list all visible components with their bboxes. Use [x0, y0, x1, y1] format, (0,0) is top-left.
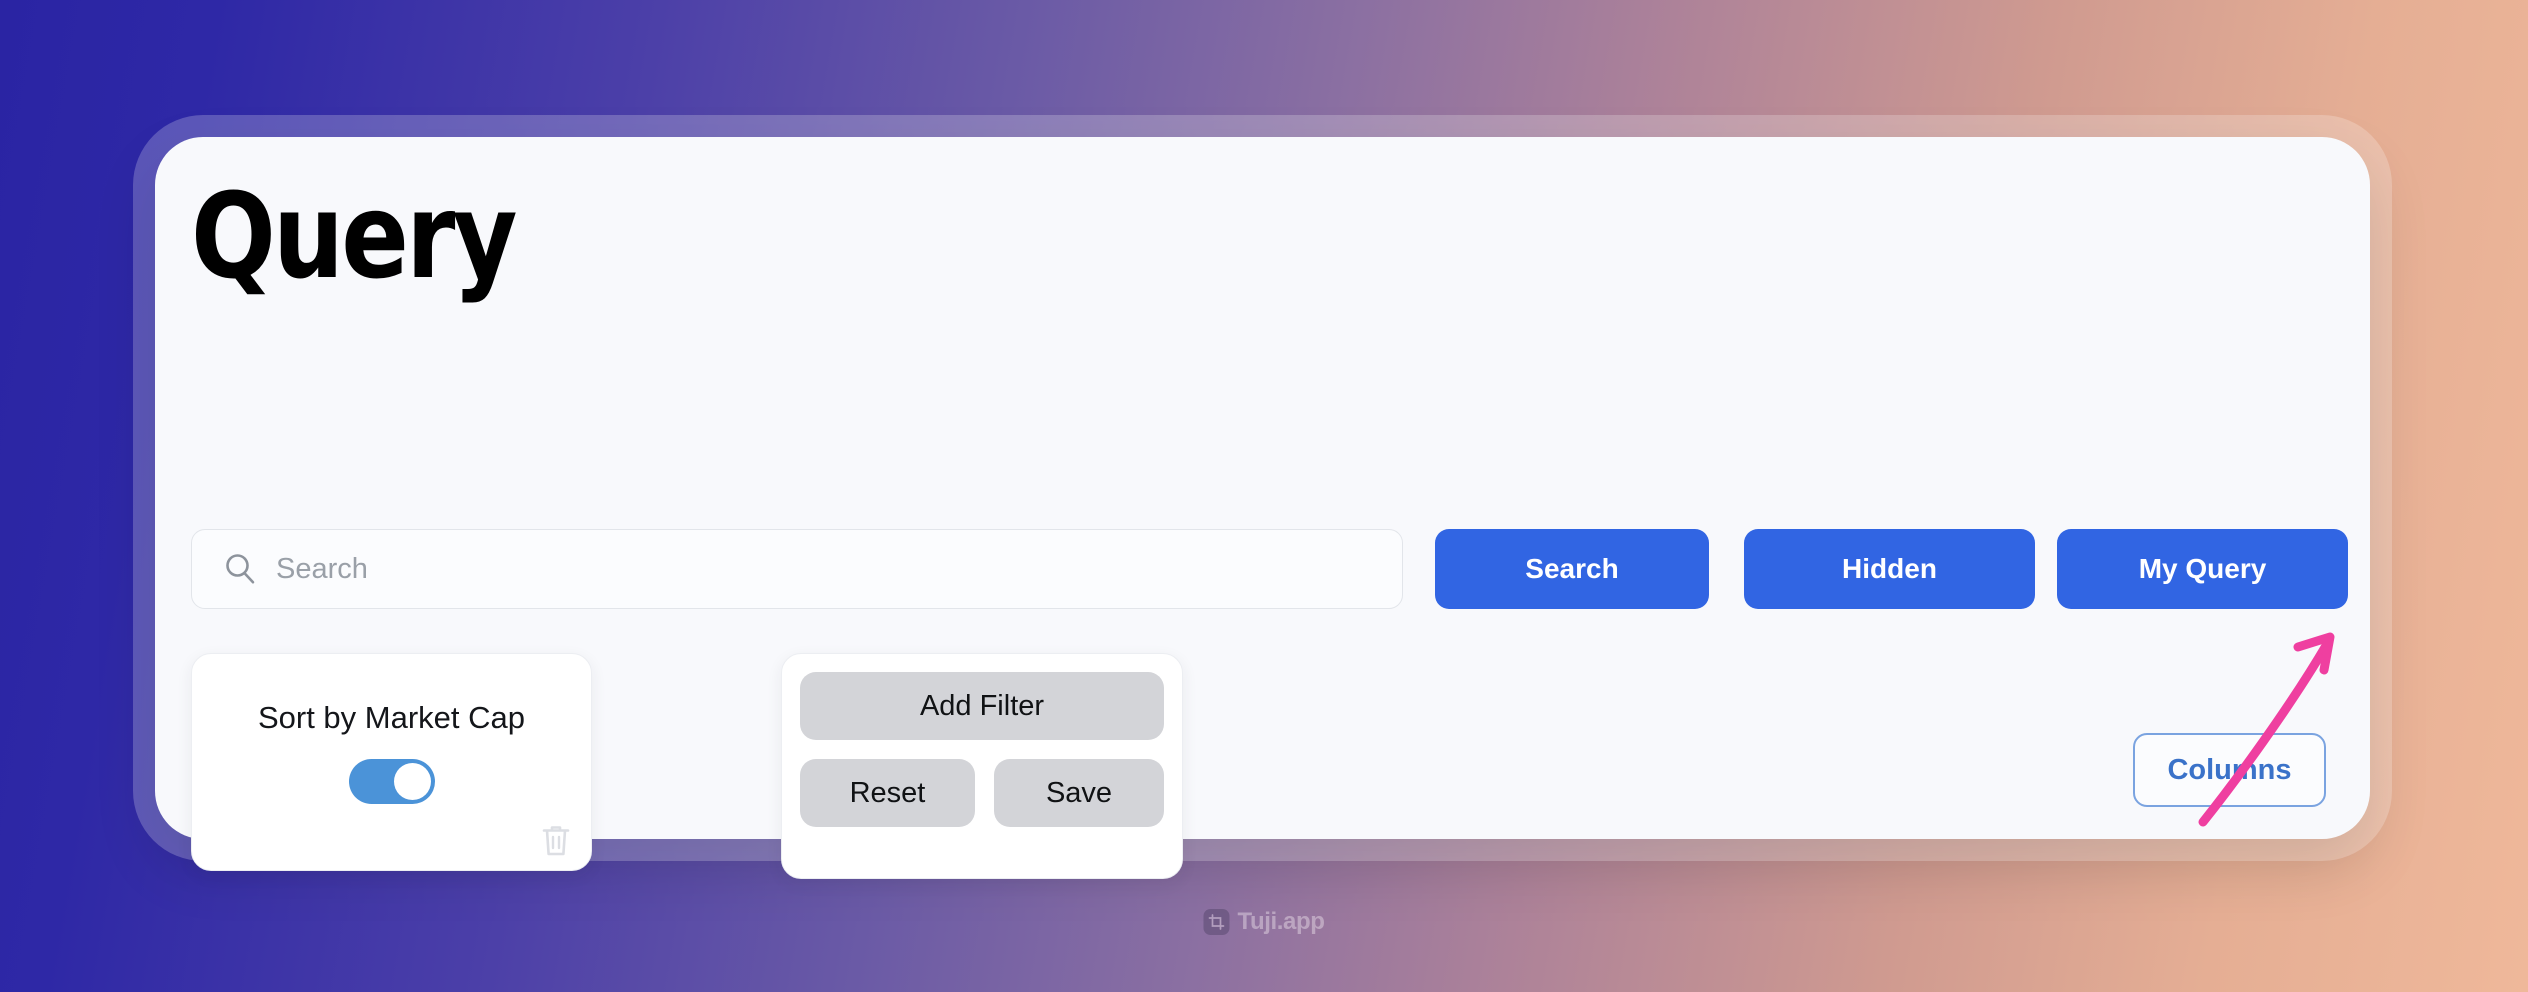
query-panel-card: Query Search Hidden My Query Sort by Mar… [155, 137, 2370, 879]
search-button[interactable]: Search [1435, 529, 1709, 609]
hidden-button[interactable]: Hidden [1744, 529, 2035, 609]
crop-icon [1203, 909, 1230, 935]
trash-icon[interactable] [539, 820, 573, 858]
reset-button[interactable]: Reset [800, 759, 975, 827]
sort-rule-card: Sort by Market Cap [191, 653, 592, 871]
sort-toggle-knob [393, 763, 431, 800]
my-query-button[interactable]: My Query [2057, 529, 2348, 609]
save-button[interactable]: Save [993, 759, 1164, 827]
watermark: Tuji.app [1203, 908, 1325, 936]
columns-button[interactable]: Columns [2133, 733, 2326, 807]
add-filter-button[interactable]: Add Filter [800, 672, 1164, 740]
search-toolbar: Search Hidden My Query [191, 529, 2348, 609]
search-icon [222, 551, 258, 587]
page-title: Query [191, 167, 518, 305]
filter-action-row: Reset Save [800, 759, 1164, 827]
sort-toggle[interactable] [348, 759, 435, 804]
sort-rule-label: Sort by Market Cap [257, 700, 526, 735]
search-input[interactable] [276, 552, 1276, 586]
search-field[interactable] [191, 529, 1403, 609]
filter-actions-card: Add Filter Reset Save [781, 653, 1183, 879]
watermark-label: Tuji.app [1237, 908, 1325, 935]
